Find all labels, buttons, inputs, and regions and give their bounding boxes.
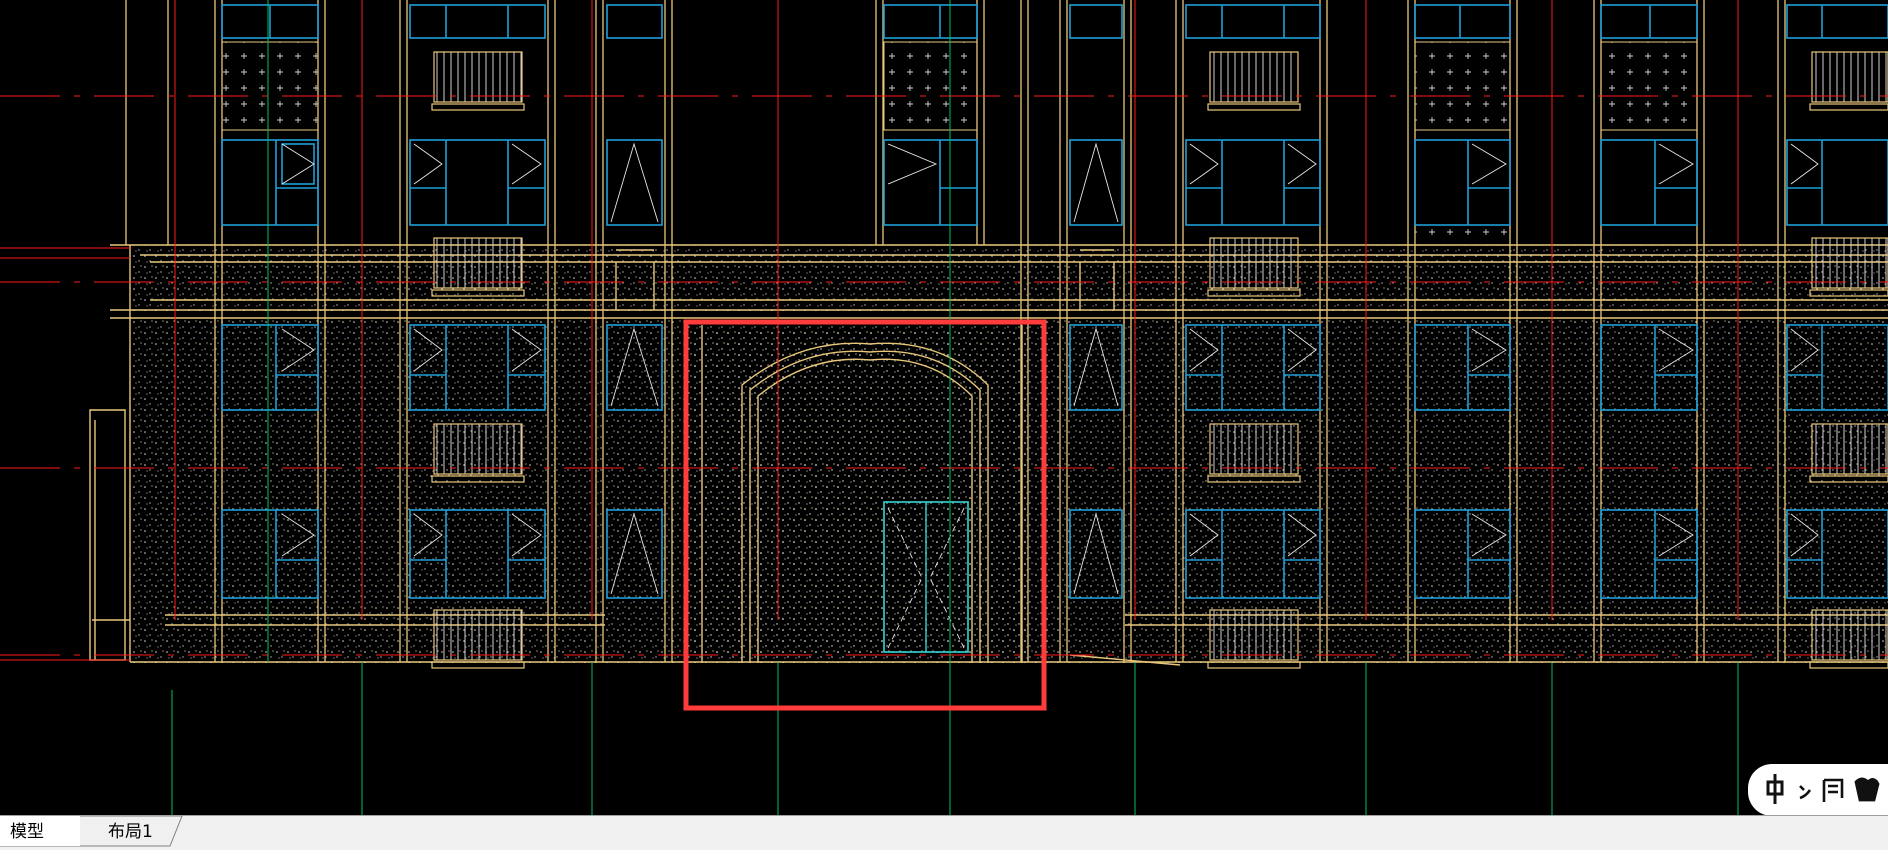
layout-tab-bar: 模型 布局1 [0, 815, 1888, 850]
tab-layout1[interactable]: 布局1 [80, 816, 180, 846]
tab-layout1-label: 布局1 [108, 822, 153, 842]
entrance-wall [690, 330, 1030, 663]
tab-model-label: 模型 [10, 822, 44, 842]
watermark-logo [1748, 764, 1888, 816]
calligraphy-seal-icon [1766, 774, 1880, 804]
cad-model-viewport[interactable] [0, 0, 1888, 815]
tab-model[interactable]: 模型 [0, 816, 80, 846]
drawing-canvas[interactable] [0, 0, 1888, 815]
